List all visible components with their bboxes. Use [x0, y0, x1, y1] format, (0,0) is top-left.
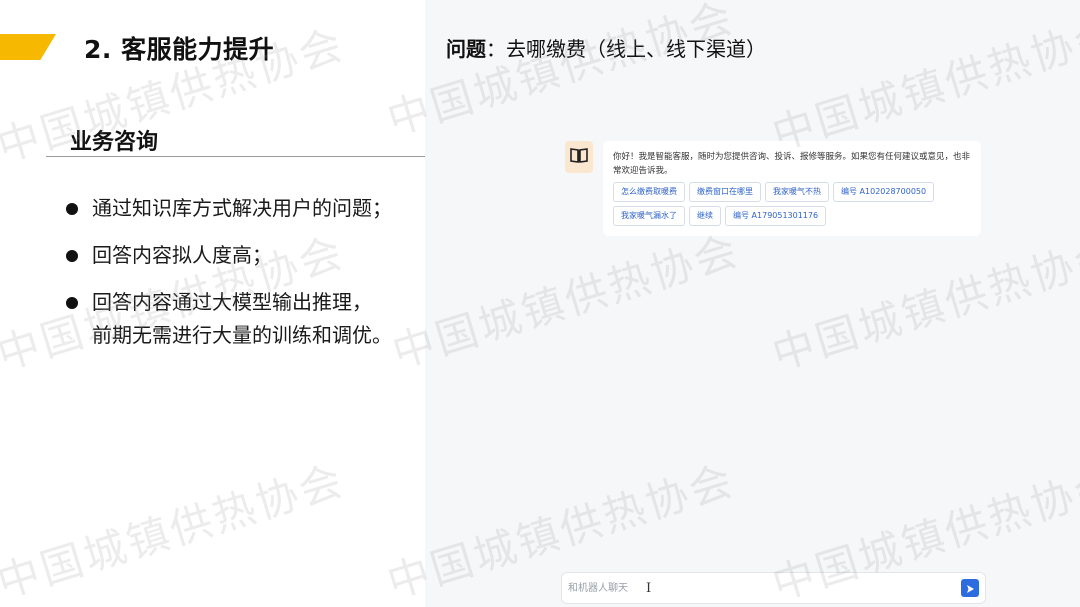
question-text: ：去哪缴费（线上、线下渠道）	[486, 37, 766, 61]
question-line: 问题：去哪缴费（线上、线下渠道）	[446, 33, 766, 62]
slide-title: 2. 客服能力提升	[84, 35, 275, 64]
bullet-text: 通过知识库方式解决用户的问题；	[92, 196, 392, 220]
suggestion-chip[interactable]: 编号 A179051301176	[725, 206, 827, 226]
question-label: 问题	[446, 37, 486, 61]
send-button[interactable]	[961, 579, 979, 597]
chat-input[interactable]	[568, 573, 948, 603]
bullet-dot-icon	[66, 203, 78, 215]
accent-bar	[0, 34, 56, 60]
slide-panel: 2. 客服能力提升 业务咨询 通过知识库方式解决用户的问题； 回答内容拟人度高；…	[0, 0, 426, 607]
bot-avatar	[565, 141, 593, 173]
suggestion-chip[interactable]: 缴费窗口在哪里	[689, 182, 761, 202]
bot-greeting: 你好！我是智能客服，随时为您提供咨询、投诉、报修等服务。如果您有任何建议或意见，…	[613, 152, 971, 176]
bullet-item: 回答内容拟人度高；	[66, 239, 416, 272]
send-arrow-icon	[965, 579, 975, 598]
bullet-text: 回答内容拟人度高；	[92, 243, 272, 267]
suggestion-chip[interactable]: 我家暖气漏水了	[613, 206, 685, 226]
bullet-text: 回答内容通过大模型输出推理， 前期无需进行大量的训练和调优。	[92, 290, 392, 347]
chat-panel: 问题：去哪缴费（线上、线下渠道） 你好！我是智能客服，随时为您提供咨询、投诉、报…	[425, 0, 1080, 607]
suggestion-chip[interactable]: 我家暖气不热	[765, 182, 829, 202]
suggestion-chip[interactable]: 编号 A102028700050	[833, 182, 935, 202]
bot-message: 你好！我是智能客服，随时为您提供咨询、投诉、报修等服务。如果您有任何建议或意见，…	[603, 141, 981, 236]
suggestion-chip[interactable]: 怎么缴费取暖费	[613, 182, 685, 202]
chat-input-box: I	[561, 572, 986, 604]
bullet-dot-icon	[66, 297, 78, 309]
bullet-list: 通过知识库方式解决用户的问题； 回答内容拟人度高； 回答内容通过大模型输出推理，…	[66, 192, 416, 366]
suggestion-list: 怎么缴费取暖费 缴费窗口在哪里 我家暖气不热 编号 A102028700050 …	[613, 182, 971, 226]
section-heading: 业务咨询	[70, 130, 159, 155]
book-icon	[570, 147, 588, 167]
suggestion-chip[interactable]: 继续	[689, 206, 721, 226]
bullet-item: 回答内容通过大模型输出推理， 前期无需进行大量的训练和调优。	[66, 286, 416, 352]
text-cursor-icon: I	[646, 581, 652, 596]
section-divider	[46, 156, 426, 157]
bullet-item: 通过知识库方式解决用户的问题；	[66, 192, 416, 225]
bullet-dot-icon	[66, 250, 78, 262]
